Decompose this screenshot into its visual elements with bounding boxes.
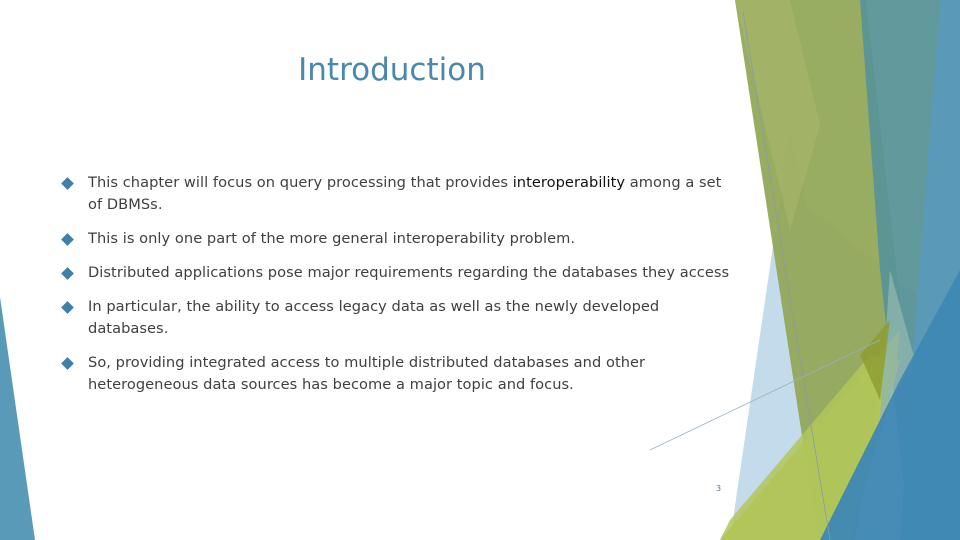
diamond-bullet-icon: [61, 357, 74, 370]
bullet-text: So, providing integrated access to multi…: [88, 354, 646, 393]
diamond-bullet-icon: [61, 267, 74, 280]
diamond-bullet-icon: [61, 301, 74, 314]
bullet-item: Distributed applications pose major requ…: [60, 262, 730, 284]
bullet-text: This chapter will focus on query process…: [88, 174, 513, 191]
bullet-list: This chapter will focus on query process…: [60, 172, 730, 408]
bullet-item: In particular, the ability to access leg…: [60, 296, 730, 340]
diamond-bullet-icon: [61, 233, 74, 246]
left-blue-shape: [0, 297, 35, 540]
bullet-emphasis: interoperability: [512, 174, 626, 191]
bullet-text: Distributed applications pose major requ…: [88, 264, 730, 281]
slide-number: 3: [716, 484, 722, 493]
diamond-bullet-icon: [61, 177, 74, 190]
bullet-text: In particular, the ability to access leg…: [88, 298, 660, 337]
bullet-text: This is only one part of the more genera…: [88, 230, 576, 247]
bullet-item: So, providing integrated access to multi…: [60, 352, 730, 396]
slide-title: Introduction: [298, 52, 486, 88]
bullet-item: This chapter will focus on query process…: [60, 172, 730, 216]
bullet-item: This is only one part of the more genera…: [60, 228, 730, 250]
